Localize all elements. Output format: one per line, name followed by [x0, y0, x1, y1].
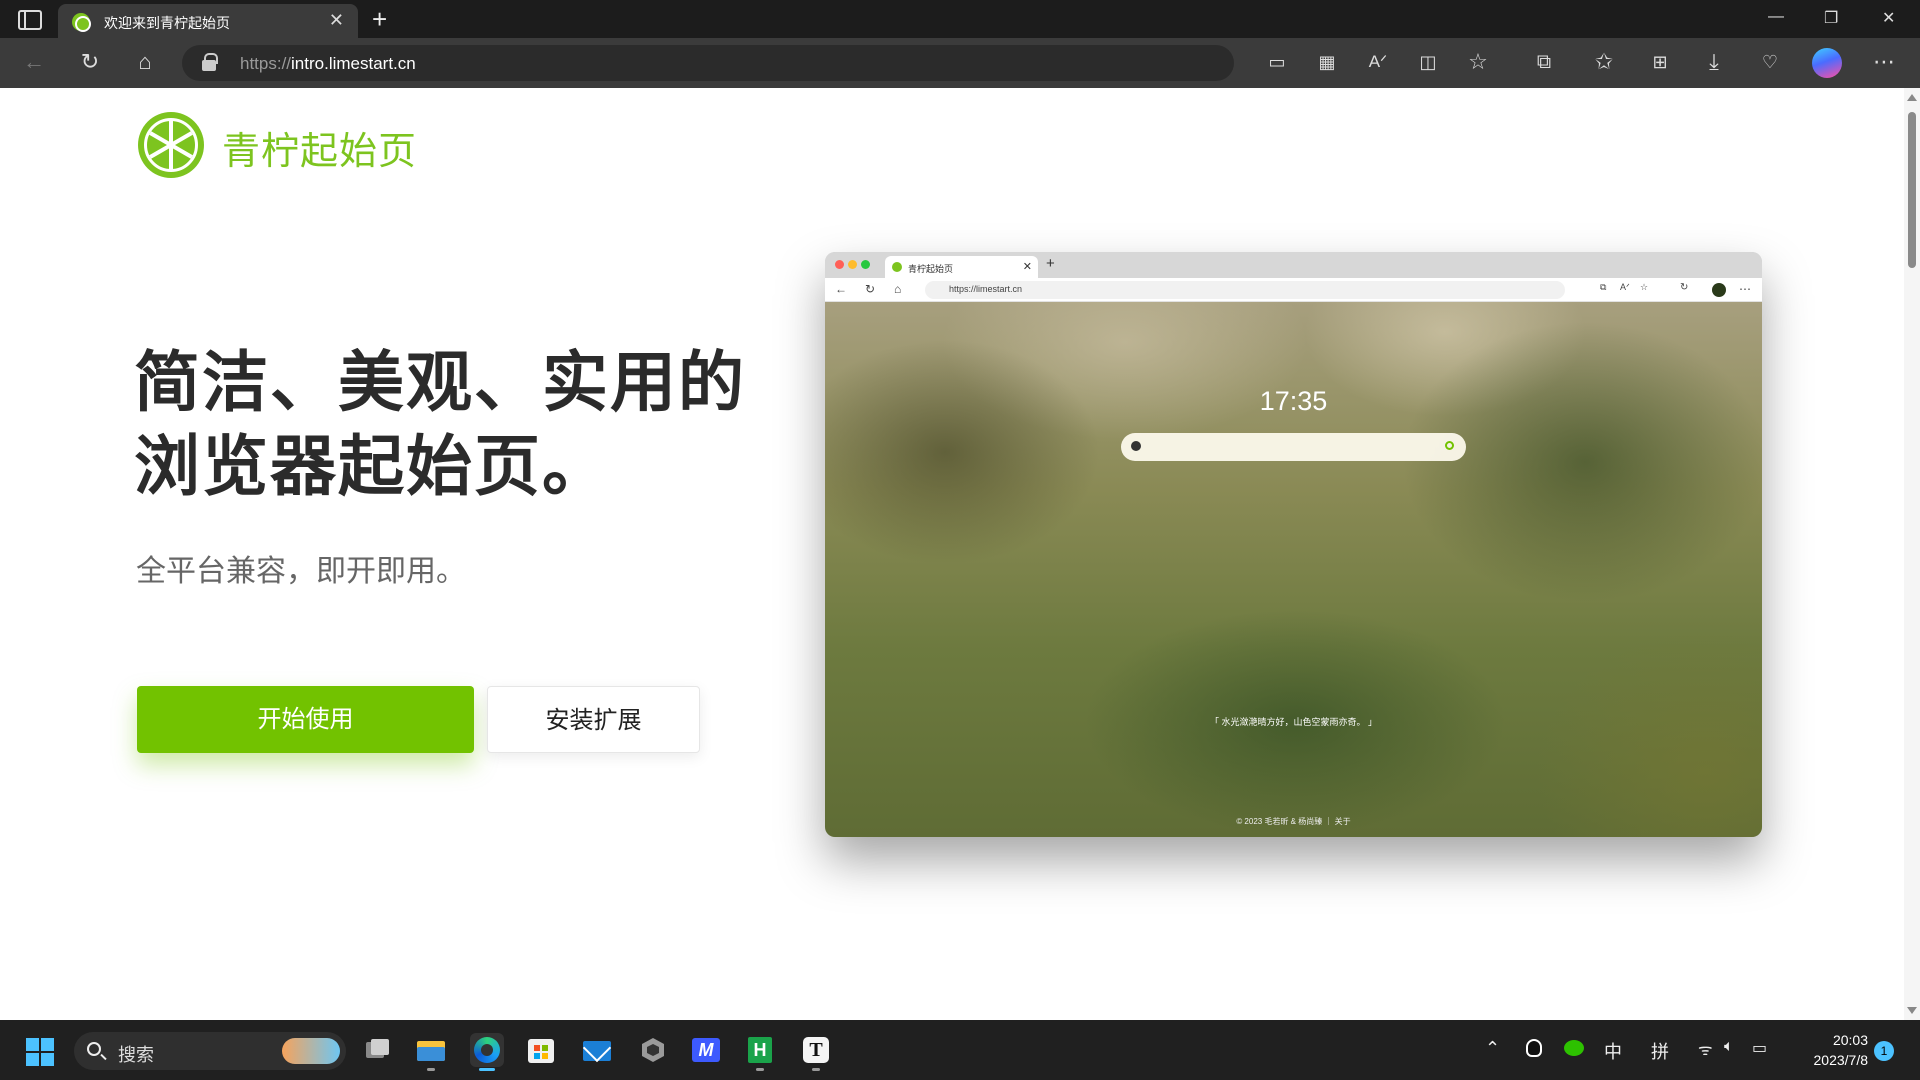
clock-time: 20:03 — [1832, 1032, 1868, 1048]
preview-new-tab-icon: + — [1046, 255, 1055, 272]
preview-screenshot: 青柠起始页 ✕ + ← ↻ ⌂ https://limestart.cn ⧉ A… — [825, 252, 1762, 837]
show-hidden-icons-icon[interactable]: ⌃ — [1485, 1038, 1500, 1059]
tab-active[interactable]: 欢迎来到青柠起始页 ✕ — [58, 4, 358, 38]
back-icon[interactable]: ← — [20, 50, 48, 74]
preview-quote: 「 水光潋滟晴方好，山色空蒙雨亦奇。 」 — [1209, 717, 1377, 727]
edge-browser-icon[interactable] — [470, 1033, 504, 1071]
microsoft-store-icon[interactable] — [524, 1033, 558, 1067]
preview-url: https://limestart.cn — [949, 284, 1023, 294]
preview-close-dot — [835, 260, 844, 269]
preview-minimize-dot — [848, 260, 857, 269]
favorite-star-icon[interactable]: ☆ — [1464, 50, 1492, 74]
windows-start-icon[interactable] — [26, 1038, 54, 1066]
extensions-icon[interactable]: ⧉ — [1530, 50, 1558, 74]
preview-refresh2-icon: ↻ — [1680, 282, 1689, 293]
qq-tray-icon[interactable] — [1526, 1038, 1542, 1061]
lock-icon[interactable] — [202, 53, 218, 71]
refresh-icon[interactable]: ↻ — [76, 50, 104, 74]
taskbar: 搜索 M H T ⌃ 中 拼 ᯤ 🔈︎ ▭ 20:03 2023/7/8 1 — [0, 1020, 1920, 1080]
preview-footer: © 2023 毛若昕 & 杨尚臻 ｜ 关于 — [1236, 817, 1351, 826]
clock-date: 2023/7/8 — [1813, 1052, 1869, 1068]
preview-more-icon: ⋯ — [1739, 282, 1751, 296]
preview-avatar — [1712, 283, 1726, 297]
address-bar[interactable]: https://intro.limestart.cn — [182, 45, 1234, 81]
notification-badge[interactable]: 1 — [1874, 1041, 1894, 1061]
collections-icon[interactable]: ⊞ — [1646, 50, 1674, 74]
preview-favicon-icon — [892, 262, 902, 272]
tab-title: 欢迎来到青柠起始页 — [104, 15, 230, 31]
scroll-up-icon[interactable] — [1907, 94, 1917, 101]
page-scrollbar[interactable] — [1904, 88, 1920, 1020]
preview-search-icon — [1445, 441, 1454, 450]
preview-read-icon: Aᐟ — [1620, 282, 1630, 292]
battery-icon[interactable]: ▭ — [1752, 1038, 1767, 1058]
app-m-icon[interactable]: M — [689, 1033, 723, 1067]
headline-line-2: 浏览器起始页。 — [134, 429, 610, 503]
page-subhead: 全平台兼容，即开即用。 — [136, 555, 466, 588]
device-icon[interactable]: ▭ — [1263, 50, 1291, 74]
restore-button[interactable]: ❐ — [1824, 8, 1838, 28]
headline-line-1: 简洁、美观、实用的 — [134, 345, 746, 419]
install-extension-button[interactable]: 安装扩展 — [487, 686, 700, 753]
more-icon[interactable]: ⋯ — [1870, 50, 1898, 74]
preview-zoom-dot — [861, 260, 870, 269]
file-explorer-icon[interactable] — [414, 1033, 448, 1071]
brand-name[interactable]: 青柠起始页 — [222, 120, 417, 175]
preview-tabbar: 青柠起始页 ✕ + — [825, 252, 1762, 278]
browser-toolbar: ← ↻ ⌂ https://intro.limestart.cn ▭ ▦ Aᐟ … — [0, 38, 1920, 88]
close-window-button[interactable]: ✕ — [1882, 8, 1895, 28]
search-highlight-image — [282, 1038, 340, 1064]
browser-titlebar: 欢迎来到青柠起始页 ✕ + — ❐ ✕ — [0, 0, 1920, 38]
page-headline: 简洁、美观、实用的 浏览器起始页。 — [134, 340, 746, 508]
volume-icon[interactable]: 🔈︎ — [1724, 1038, 1734, 1056]
tab-close-icon[interactable]: ✕ — [329, 10, 344, 31]
split-screen-icon[interactable]: ◫ — [1414, 50, 1442, 74]
preview-search-bar — [1121, 433, 1466, 461]
ime-chinese-indicator[interactable]: 中 — [1604, 1038, 1622, 1064]
health-icon[interactable]: ♡ — [1756, 50, 1784, 74]
preview-home-icon: ⌂ — [894, 282, 902, 296]
scroll-down-icon[interactable] — [1907, 1007, 1917, 1014]
taskbar-search[interactable]: 搜索 — [74, 1032, 346, 1070]
preview-tab: 青柠起始页 ✕ — [885, 256, 1038, 278]
page-content: 青柠起始页 简洁、美观、实用的 浏览器起始页。 全平台兼容，即开即用。 开始使用… — [0, 88, 1904, 1020]
minimize-button[interactable]: — — [1768, 8, 1784, 26]
start-button[interactable]: 开始使用 — [137, 686, 474, 753]
preview-tab-title: 青柠起始页 — [908, 264, 954, 274]
preview-share-icon: ⧉ — [1600, 282, 1607, 292]
tab-actions-icon[interactable] — [18, 10, 42, 30]
url-text[interactable]: https://intro.limestart.cn — [240, 54, 416, 74]
hbuilder-icon[interactable]: H — [743, 1033, 777, 1071]
mail-icon[interactable] — [580, 1033, 614, 1067]
preview-tab-close-icon: ✕ — [1022, 261, 1032, 273]
preview-engine-icon — [1131, 441, 1141, 451]
preview-clock: 17:35 — [1259, 386, 1328, 416]
new-tab-button[interactable]: + — [372, 4, 387, 35]
home-icon[interactable]: ⌂ — [131, 50, 159, 74]
apps-icon[interactable]: ▦ — [1313, 50, 1341, 74]
scroll-thumb[interactable] — [1908, 112, 1916, 268]
preview-wallpaper: 17:35 「 水光潋滟晴方好，山色空蒙雨亦奇。 」 © 2023 毛若昕 & … — [825, 302, 1762, 837]
typora-icon[interactable]: T — [799, 1033, 833, 1071]
wifi-icon[interactable]: ᯤ — [1698, 1038, 1713, 1060]
search-icon — [87, 1042, 101, 1056]
system-clock[interactable]: 20:03 2023/7/8 — [1780, 1030, 1869, 1070]
preview-address-bar: https://limestart.cn — [925, 281, 1565, 299]
preview-star-icon: ☆ — [1640, 282, 1649, 292]
lime-logo-icon[interactable] — [138, 112, 204, 178]
lime-favicon-icon — [72, 13, 91, 32]
unity-hub-icon[interactable] — [635, 1033, 669, 1067]
read-aloud-icon[interactable]: Aᐟ — [1364, 50, 1392, 74]
download-icon[interactable]: ⤓ — [1700, 50, 1728, 74]
preview-back-icon: ← — [835, 282, 847, 296]
preview-toolbar: ← ↻ ⌂ https://limestart.cn ⧉ Aᐟ ☆ ↻ ⋯ — [825, 278, 1762, 302]
preview-refresh-icon: ↻ — [865, 282, 876, 296]
task-view-icon[interactable] — [360, 1033, 394, 1067]
ime-pinyin-indicator[interactable]: 拼 — [1651, 1038, 1669, 1064]
favorites-icon[interactable]: ✩ — [1590, 50, 1618, 74]
wechat-tray-icon[interactable] — [1564, 1038, 1584, 1059]
search-placeholder: 搜索 — [118, 1045, 154, 1065]
profile-avatar[interactable] — [1812, 48, 1842, 78]
